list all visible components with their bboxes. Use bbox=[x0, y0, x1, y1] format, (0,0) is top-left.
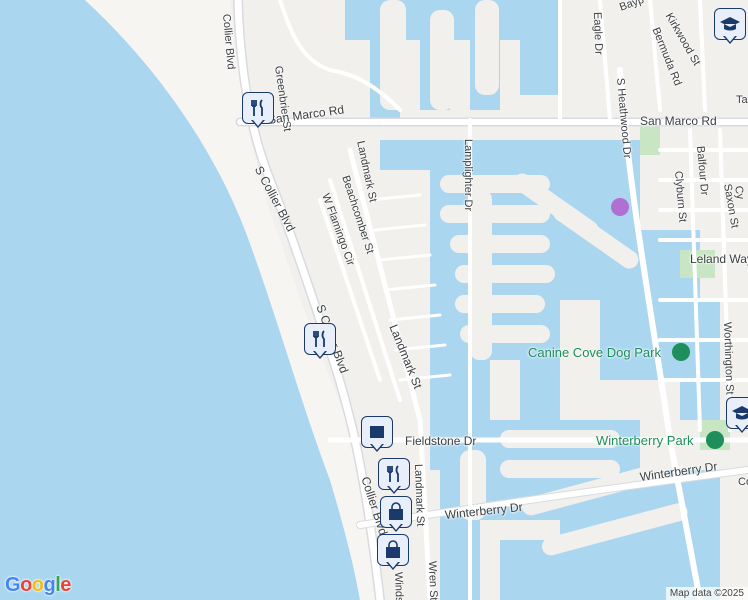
marker-school[interactable] bbox=[726, 397, 748, 441]
google-logo[interactable]: Google bbox=[5, 574, 71, 597]
marker-restaurant[interactable] bbox=[242, 92, 276, 136]
map-canvas[interactable]: Collier Blvd Greenbrier St San Marco Rd … bbox=[0, 0, 748, 600]
road-label-fieldstone: Fieldstone Dr bbox=[405, 434, 477, 448]
road-label-wren: Wren St bbox=[426, 560, 440, 600]
place-of-worship-icon[interactable] bbox=[611, 198, 629, 216]
road-label-cy: Cy bbox=[732, 184, 747, 201]
road-label-worthington: Worthington St bbox=[721, 321, 736, 395]
marker-shopping[interactable] bbox=[377, 534, 411, 578]
road-label-ta: Ta bbox=[736, 94, 748, 106]
road-label-eagle: Eagle Dr bbox=[591, 11, 605, 55]
road-label-lamplighter: Lamplighter Dr bbox=[462, 139, 474, 212]
road-label-co: Co bbox=[738, 476, 748, 488]
road-label-san-marco-e: San Marco Rd bbox=[640, 114, 717, 128]
marker-restaurant[interactable] bbox=[304, 323, 338, 367]
road-label-landmark-s2: Landmark St bbox=[412, 463, 427, 527]
road-label-leland: Leland Way bbox=[690, 252, 748, 266]
park-icon[interactable] bbox=[672, 343, 690, 361]
marker-school[interactable] bbox=[714, 8, 748, 52]
map-data-attribution[interactable]: Map data ©2025 bbox=[665, 587, 748, 600]
park-icon[interactable] bbox=[706, 431, 724, 449]
poi-canine-cove-dog-park[interactable]: Canine Cove Dog Park bbox=[528, 345, 661, 360]
marker-store[interactable] bbox=[361, 416, 395, 460]
poi-winterberry-park[interactable]: Winterberry Park bbox=[596, 433, 694, 448]
